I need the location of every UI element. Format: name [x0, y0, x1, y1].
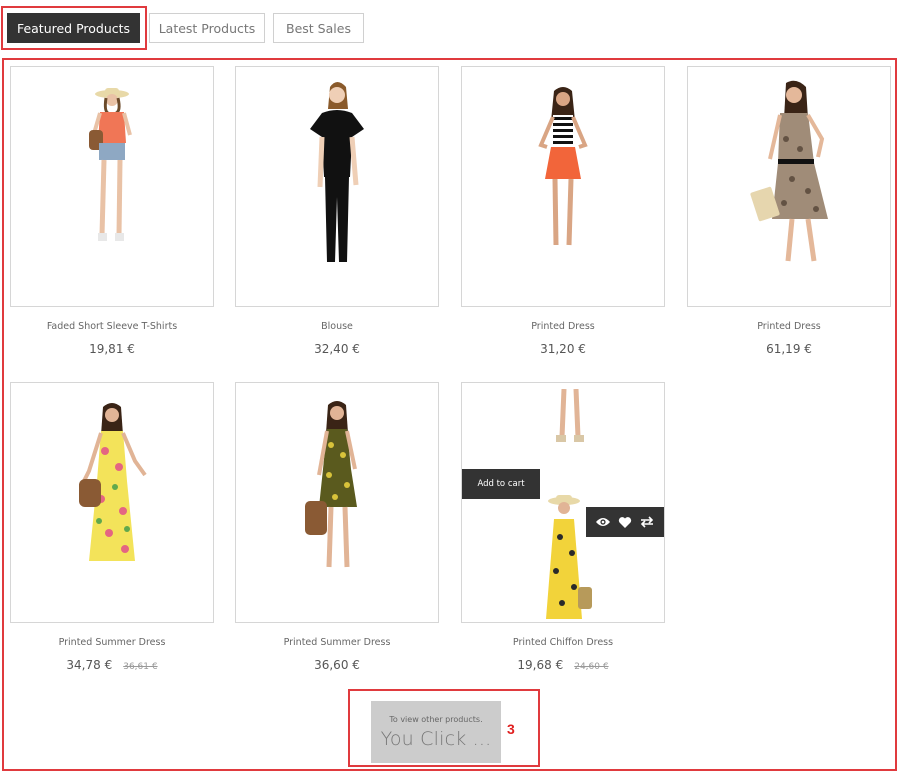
tab-best-sales[interactable]: Best Sales: [273, 13, 364, 43]
old-price: 36,61 €: [123, 662, 158, 672]
model-figure: [305, 401, 357, 568]
product-card[interactable]: Printed Dress 31,20 €: [461, 66, 665, 356]
product-card[interactable]: Printed Summer Dress 34,78 € 36,61 €: [10, 382, 214, 672]
heart-icon[interactable]: [616, 513, 634, 531]
product-card[interactable]: Printed Dress 61,19 €: [687, 66, 891, 356]
product-card[interactable]: Printed Summer Dress 36,60 €: [235, 382, 439, 672]
old-price: 24,60 €: [574, 662, 609, 672]
price-row: 36,60 €: [235, 658, 439, 672]
product-card[interactable]: Blouse 32,40 €: [235, 66, 439, 356]
product-name[interactable]: Printed Chiffon Dress: [461, 637, 665, 648]
product-image[interactable]: [461, 66, 665, 307]
tab-latest-products[interactable]: Latest Products: [149, 13, 265, 43]
price-row: 32,40 €: [235, 342, 439, 356]
product-price: 61,19 €: [766, 342, 812, 356]
product-name[interactable]: Printed Summer Dress: [10, 637, 214, 648]
product-name[interactable]: Printed Dress: [687, 321, 891, 332]
view-more-label: You Click ...: [380, 727, 492, 750]
product-price: 31,20 €: [540, 342, 586, 356]
product-name[interactable]: Printed Dress: [461, 321, 665, 332]
quick-actions-bar: [586, 507, 664, 537]
model-figure: [310, 82, 364, 262]
product-card[interactable]: Add to cart Printed Chiffon Dress 19,68 …: [461, 382, 665, 672]
product-price: 34,78 €: [66, 658, 113, 672]
product-image[interactable]: [687, 66, 891, 307]
price-row: 31,20 €: [461, 342, 665, 356]
product-price: 32,40 €: [314, 342, 360, 356]
product-name[interactable]: Blouse: [235, 321, 439, 332]
product-price: 19,68 €: [517, 658, 564, 672]
model-figure: [538, 87, 588, 246]
model-legs-partial: [556, 389, 584, 442]
product-card[interactable]: Faded Short Sleeve T-Shirts 19,81 €: [10, 66, 214, 356]
tab-highlight-box: [1, 6, 147, 50]
product-price: 36,60 €: [314, 658, 360, 672]
eye-icon[interactable]: [594, 513, 612, 531]
price-row: 34,78 € 36,61 €: [10, 658, 214, 672]
model-figure: [750, 80, 828, 262]
add-to-cart-button[interactable]: Add to cart: [462, 469, 540, 499]
price-row: 19,68 € 24,60 €: [461, 658, 665, 672]
product-image[interactable]: Add to cart: [461, 382, 665, 623]
product-image[interactable]: [235, 382, 439, 623]
product-price: 19,81 €: [89, 342, 135, 356]
view-more-button[interactable]: To view other products. You Click ...: [371, 701, 501, 763]
product-name[interactable]: Faded Short Sleeve T-Shirts: [10, 321, 214, 332]
product-image[interactable]: [235, 66, 439, 307]
view-more-hint: To view other products.: [389, 714, 483, 724]
model-figure: [79, 403, 147, 561]
step-number: 3: [507, 721, 515, 737]
product-tabs: Featured Products Latest Products Best S…: [0, 0, 900, 56]
product-image[interactable]: [10, 66, 214, 307]
compare-icon[interactable]: [638, 513, 656, 531]
product-name[interactable]: Printed Summer Dress: [235, 637, 439, 648]
product-image[interactable]: [10, 382, 214, 623]
model-figure: [89, 88, 132, 241]
price-row: 19,81 €: [10, 342, 214, 356]
price-row: 61,19 €: [687, 342, 891, 356]
